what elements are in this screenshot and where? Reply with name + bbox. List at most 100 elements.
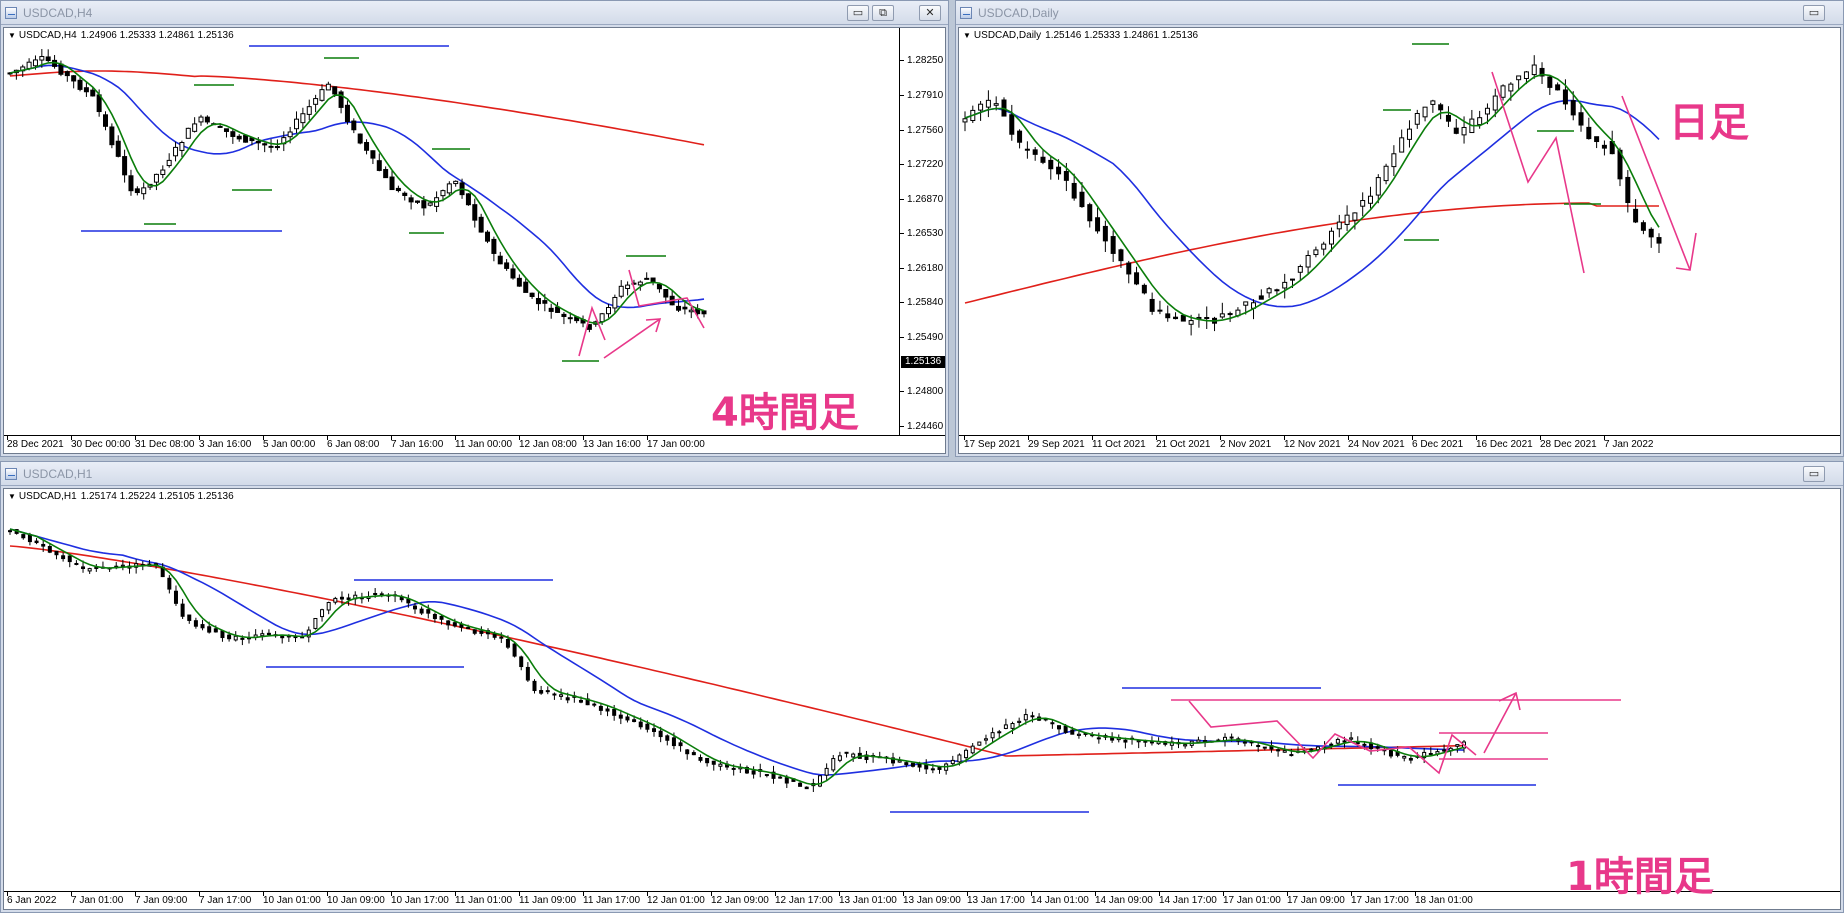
candle-body [499,636,504,639]
minimize-button[interactable]: ▭ [1803,466,1825,482]
candle-body [1266,288,1272,294]
price-tick: 1.28250 [900,55,943,66]
price-tick: 1.24460 [900,421,943,432]
candle-body [977,741,982,746]
candle-body [192,123,198,132]
time-tick: 14 Jan 01:00 [1031,892,1089,906]
candle-body [472,204,478,221]
candle-body [1297,266,1303,273]
candle-body [1010,723,1015,729]
restore-button[interactable]: ⧉ [872,5,894,21]
candle-body [937,766,942,770]
candle-body [1406,128,1412,140]
candle-body [665,735,670,741]
chart-area-h1[interactable]: ▼ USDCAD,H1 1.25174 1.25224 1.25105 1.2513… [3,488,1841,910]
candle-body [1352,212,1358,221]
candle-body [1484,107,1490,115]
candle-body [1102,225,1108,242]
candle-body [351,120,357,131]
candle-body [180,603,185,617]
candle-body [691,752,696,756]
candle-body [1305,255,1311,268]
time-tick: 11 Jan 00:00 [455,436,513,450]
candle-body [1050,722,1055,725]
candle-body [1258,295,1264,300]
candle-body [339,596,344,600]
candle-body [83,87,89,93]
chart-window-h4[interactable]: USDCAD,H4 ▭ ⧉ ✕ ▼ USDCAD,H4 1.24906 1.2533… [0,0,949,457]
candle-body [204,116,210,123]
time-tick: 7 Jan 16:00 [391,436,444,450]
candle-body [185,127,191,139]
time-tick: 10 Jan 01:00 [263,892,321,906]
time-tick: 6 Jan 08:00 [327,436,380,450]
time-axis-daily[interactable]: 17 Sep 2021 29 Sep 2021 11 Oct 2021 21 O… [959,435,1840,453]
candle-body [58,63,64,75]
time-tick: 10 Jan 17:00 [391,892,449,906]
time-axis-h1[interactable]: 6 Jan 2022 7 Jan 01:00 7 Jan 09:00 7 Jan… [4,891,1840,909]
candle-body [379,593,384,596]
minimize-button[interactable]: ▭ [1803,5,1825,21]
candle-body [904,762,909,766]
candle-body [207,626,212,633]
candle-body [255,140,261,144]
candle-body [1196,739,1201,743]
candle-body [472,629,477,634]
candle-body [548,307,554,312]
candle-body [1428,752,1433,755]
candle-body [1063,171,1069,181]
collapse-triangle-icon: ▼ [8,31,16,40]
candle-body [1242,741,1247,744]
titlebar-h1[interactable]: USDCAD,H1 ▭ [1,462,1843,486]
candle-body [504,262,510,269]
candle-body [173,590,178,604]
candle-body [676,305,682,311]
candle-body [1555,84,1561,91]
candle-body [32,59,38,67]
chart-window-daily[interactable]: USDCAD,Daily ▭ ▼ USDCAD,Daily 1.25146 1.25… [955,0,1844,457]
candle-body [1070,729,1075,735]
price-tick: 1.24800 [900,386,943,397]
candle-body [230,131,236,137]
time-tick: 3 Jan 16:00 [199,436,252,450]
ohlc-values: 1.25146 1.25333 1.24861 1.25136 [1045,30,1199,41]
candle-body [1282,750,1287,753]
candle-body [535,298,541,305]
candle-body [612,709,617,716]
close-button[interactable]: ✕ [919,5,941,21]
chart-window-icon [5,7,17,19]
candle-body [54,550,59,556]
candle-body [223,128,229,132]
candle-body [1256,745,1261,748]
candle-body [957,754,962,763]
candle-body [656,283,662,290]
candle-body [346,597,351,600]
chart-window-h1[interactable]: USDCAD,H1 ▭ ▼ USDCAD,H1 1.25174 1.25224 1.… [0,461,1844,913]
candle-body [166,159,172,167]
minimize-button[interactable]: ▭ [847,5,869,21]
candle-body [645,723,650,730]
candle-body [599,313,605,323]
candle-body [319,89,325,101]
candle-body [320,609,325,618]
candle-body [565,697,570,701]
titlebar-h4[interactable]: USDCAD,H4 ▭ ⧉ ✕ [1,1,948,25]
time-tick: 6 Dec 2021 [1412,436,1464,450]
chart-area-daily[interactable]: ▼ USDCAD,Daily 1.25146 1.25333 1.24861 1.2… [958,27,1841,454]
ma-long-line [964,202,1659,304]
candle-body [525,666,530,681]
time-tick: 17 Jan 00:00 [647,436,705,450]
chart-area-h4[interactable]: ▼ USDCAD,H4 1.24906 1.25333 1.24861 1.2513… [3,27,946,454]
candle-body [844,751,849,754]
candle-body [592,703,597,706]
candle-body [465,193,471,206]
candle-body [402,192,408,196]
candle-body [1063,725,1068,733]
candle-body [682,306,688,310]
candle-body [432,613,437,620]
candle-body [167,577,172,590]
titlebar-daily[interactable]: USDCAD,Daily ▭ [956,1,1843,25]
candle-body [1335,738,1340,744]
price-axis-h4[interactable]: 1.28250 1.27910 1.27560 1.27220 1.26870 … [899,28,945,435]
price-tick: 1.25840 [900,297,943,308]
